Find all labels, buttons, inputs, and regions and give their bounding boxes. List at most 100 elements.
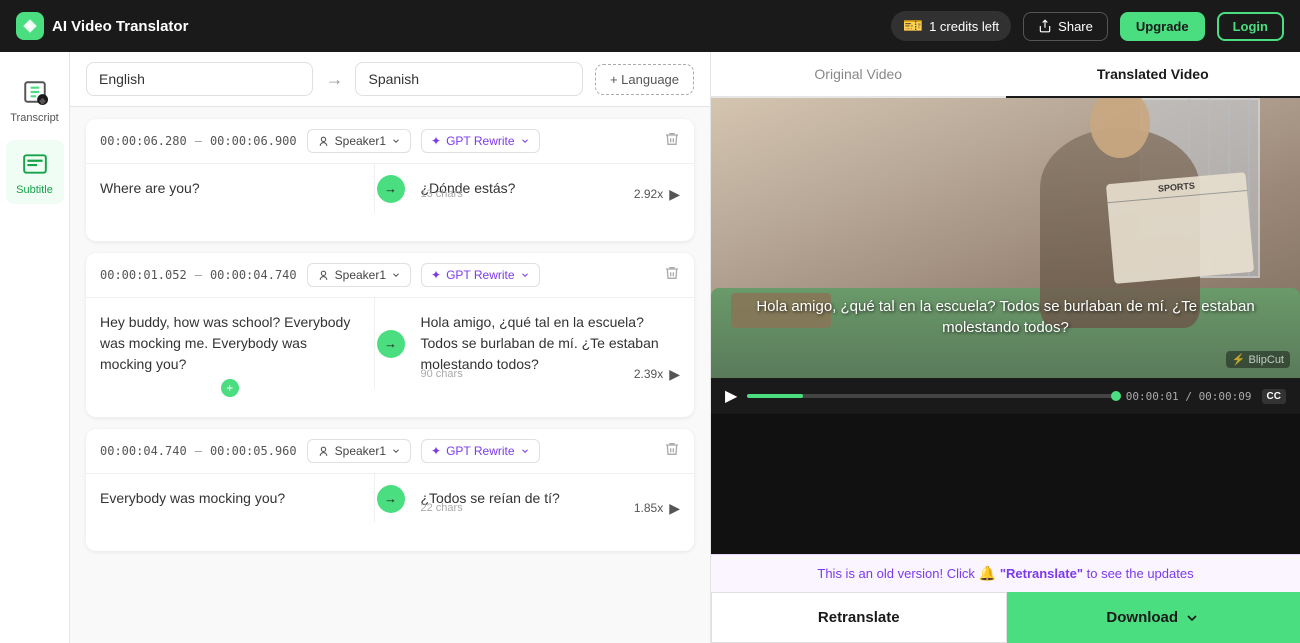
cc-button[interactable]: CC — [1262, 389, 1286, 404]
watermark-text: BlipCut — [1249, 354, 1284, 366]
time-current: 00:00:01 — [1126, 390, 1179, 403]
upgrade-button[interactable]: Upgrade — [1120, 12, 1205, 41]
retranslate-link[interactable]: "Retranslate" — [1000, 566, 1083, 581]
speed-value: 2.39x — [634, 365, 663, 383]
sidebar-item-subtitle[interactable]: Subtitle — [6, 140, 64, 204]
delete-segment-button[interactable] — [664, 265, 680, 286]
gpt-label: GPT Rewrite — [446, 268, 514, 282]
sidebar: ✦ Transcript Subtitle — [0, 52, 70, 643]
delete-segment-button[interactable] — [664, 441, 680, 462]
lang-arrow-icon: → — [325, 69, 343, 90]
add-segment-button[interactable]: + — [221, 379, 239, 397]
chevron-down-icon — [391, 446, 401, 456]
credits-label: 1 credits left — [929, 19, 999, 34]
speed-info: 2.92x ▶ — [634, 185, 680, 203]
tab-original-video[interactable]: Original Video — [711, 52, 1006, 98]
speed-info: 1.85x ▶ — [634, 499, 680, 517]
center-panel: → + Language 00:00:06.280 — 00:00:06.900 — [70, 52, 710, 643]
segment-body: Everybody was mocking you? → ¿Todos se r… — [86, 474, 694, 523]
speaker-button[interactable]: Speaker1 — [307, 129, 411, 153]
segment-footer: 13 chars 2.92x ▶ — [407, 179, 695, 213]
main-layout: ✦ Transcript Subtitle → + Language — [0, 52, 1300, 643]
app-title: AI Video Translator — [52, 18, 188, 35]
share-icon — [1038, 19, 1052, 33]
gpt-rewrite-button[interactable]: ✦ GPT Rewrite — [421, 263, 540, 287]
transcript-icon: ✦ — [19, 76, 51, 108]
play-segment-button[interactable]: ▶ — [669, 500, 680, 517]
translate-arrow-button[interactable]: → — [375, 474, 407, 523]
segment-body: Where are you? → ¿Dónde estás? 13 chars … — [86, 164, 694, 213]
speaker-button[interactable]: Speaker1 — [307, 439, 411, 463]
speaker-icon — [317, 269, 330, 282]
video-play-button[interactable]: ▶ — [725, 386, 737, 406]
char-count: 22 chars — [421, 500, 463, 517]
topbar: AI Video Translator 🎫 1 credits left Sha… — [0, 0, 1300, 52]
segment-source[interactable]: Everybody was mocking you? — [86, 474, 375, 523]
trash-icon — [664, 265, 680, 281]
transcript-label: Transcript — [10, 112, 59, 124]
progress-dot — [1111, 391, 1121, 401]
time-separator: / — [1185, 390, 1198, 403]
watermark: ⚡ BlipCut — [1226, 351, 1290, 368]
chevron-down-icon — [520, 136, 530, 146]
segments-container: 00:00:06.280 — 00:00:06.900 Speaker1 ✦ G… — [70, 107, 710, 643]
right-panel: Original Video Translated Video — [710, 52, 1300, 643]
translate-arrow-icon: → — [377, 175, 405, 203]
play-segment-button[interactable]: ▶ — [669, 186, 680, 203]
speaker-label: Speaker1 — [335, 444, 386, 458]
gpt-label: GPT Rewrite — [446, 134, 514, 148]
gpt-rewrite-button[interactable]: ✦ GPT Rewrite — [421, 439, 540, 463]
login-button[interactable]: Login — [1217, 12, 1284, 41]
speaker-label: Speaker1 — [335, 134, 386, 148]
time-start: 00:00:06.280 — [100, 134, 187, 148]
translate-arrow-button[interactable]: → — [375, 164, 407, 213]
share-button[interactable]: Share — [1023, 12, 1108, 41]
segment-target[interactable]: ¿Todos se reían de tí? 22 chars 1.85x ▶ — [407, 474, 695, 523]
segment-source[interactable]: Where are you? — [86, 164, 375, 213]
tab-translated-video[interactable]: Translated Video — [1006, 52, 1300, 98]
add-language-button[interactable]: + Language — [595, 64, 694, 95]
segment-body: Hey buddy, how was school? Everybody was… — [86, 298, 694, 389]
speed-value: 2.92x — [634, 185, 663, 203]
add-lang-label: + Language — [610, 72, 679, 87]
speaker-icon — [317, 135, 330, 148]
gpt-rewrite-button[interactable]: ✦ GPT Rewrite — [421, 129, 540, 153]
segment-target[interactable]: Hola amigo, ¿qué tal en la escuela? Todo… — [407, 298, 695, 389]
subtitle-text: Hola amigo, ¿qué tal en la escuela? Todo… — [756, 298, 1254, 336]
segment-card: 00:00:06.280 — 00:00:06.900 Speaker1 ✦ G… — [86, 119, 694, 241]
translate-arrow-button[interactable]: → — [375, 298, 407, 389]
progress-bar[interactable] — [747, 394, 1115, 398]
subtitle-icon — [19, 148, 51, 180]
source-lang-input[interactable] — [86, 62, 313, 96]
time-dash: — — [195, 134, 202, 148]
segment-source[interactable]: Hey buddy, how was school? Everybody was… — [86, 298, 375, 389]
sidebar-item-transcript[interactable]: ✦ Transcript — [6, 68, 64, 132]
segment-card: 00:00:04.740 — 00:00:05.960 Speaker1 ✦ G… — [86, 429, 694, 551]
chevron-down-icon — [391, 270, 401, 280]
logo-icon — [16, 12, 44, 40]
speaker-button[interactable]: Speaker1 — [307, 263, 411, 287]
chevron-down-icon — [520, 446, 530, 456]
target-lang-input[interactable] — [355, 62, 582, 96]
subtitle-label: Subtitle — [16, 184, 53, 196]
download-btn-label: Download — [1106, 609, 1178, 626]
time-range: 00:00:01.052 — 00:00:04.740 — [100, 268, 297, 282]
action-buttons: Retranslate Download — [711, 592, 1300, 643]
source-text: Everybody was mocking you? — [100, 490, 285, 506]
login-label: Login — [1233, 19, 1268, 34]
segment-target[interactable]: ¿Dónde estás? 13 chars 2.92x ▶ — [407, 164, 695, 213]
download-button[interactable]: Download — [1007, 592, 1300, 643]
subtitle-overlay: Hola amigo, ¿qué tal en la escuela? Todo… — [711, 296, 1300, 338]
bell-icon: 🔔 — [979, 565, 1000, 581]
trash-icon — [664, 131, 680, 147]
time-start: 00:00:04.740 — [100, 444, 187, 458]
char-count: 90 chars — [421, 366, 463, 383]
retranslate-button[interactable]: Retranslate — [711, 592, 1007, 643]
source-text: Where are you? — [100, 180, 200, 196]
delete-segment-button[interactable] — [664, 131, 680, 152]
play-segment-button[interactable]: ▶ — [669, 366, 680, 383]
lang-bar: → + Language — [70, 52, 710, 107]
progress-fill — [747, 394, 802, 398]
segment-card: 00:00:01.052 — 00:00:04.740 Speaker1 ✦ G… — [86, 253, 694, 417]
trash-icon — [664, 441, 680, 457]
